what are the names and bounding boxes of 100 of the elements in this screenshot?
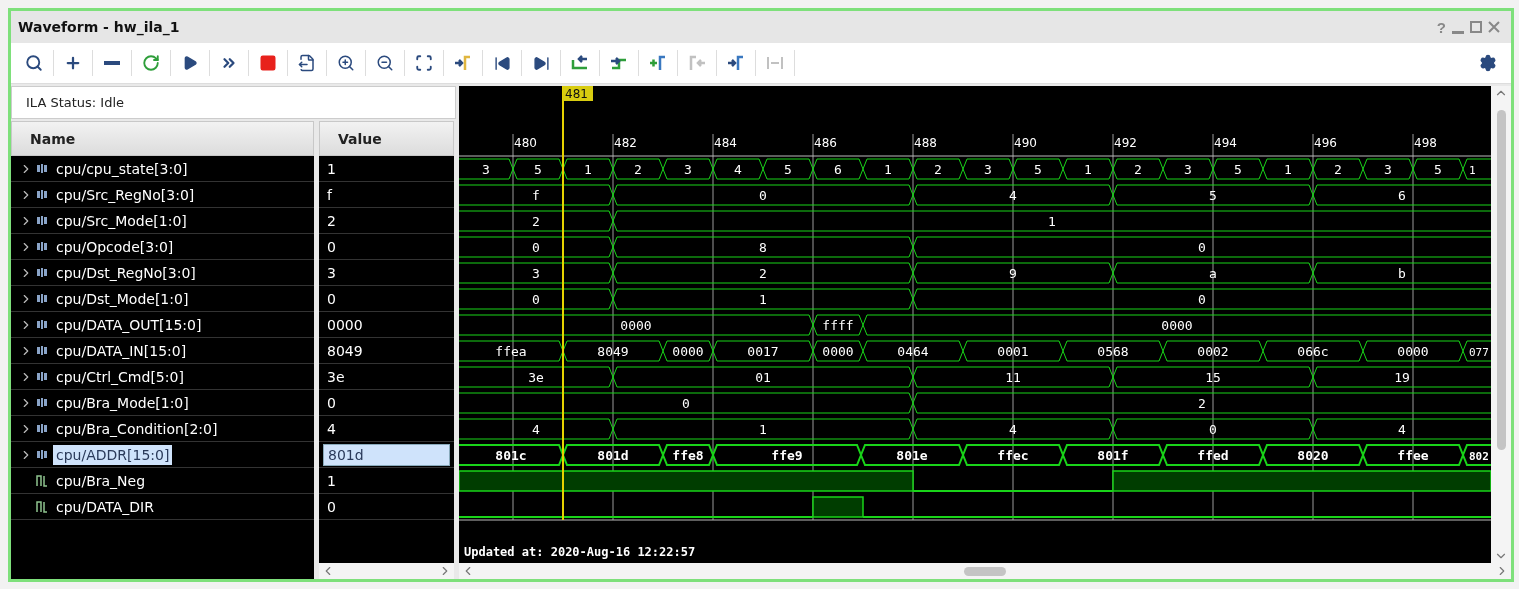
bus-value: 2: [634, 162, 642, 177]
bus-value: 2: [1198, 396, 1206, 411]
bus-value: 0568: [1097, 344, 1129, 359]
circular-arrow-icon: [142, 54, 160, 72]
scroll-thumb[interactable]: [1496, 109, 1506, 450]
bus-segment: [912, 158, 964, 180]
value-column-header[interactable]: Value: [319, 121, 454, 156]
signal-name[interactable]: cpu/DATA_IN[15:0]: [53, 340, 190, 361]
zoom-fit-icon: [415, 54, 433, 72]
zoom-out-icon: [376, 54, 394, 72]
bus-segment: [1262, 158, 1314, 180]
bus-value: 5: [1434, 162, 1442, 177]
bus-signal-icon: [36, 423, 48, 434]
time-tick-label: 488: [914, 136, 937, 150]
bus-value: 1: [759, 292, 767, 307]
bus-value: 802: [1469, 450, 1489, 463]
signal-value: 1: [326, 159, 337, 179]
name-column-header[interactable]: Name: [11, 121, 314, 156]
bus-value: 0000: [620, 318, 652, 333]
bus-value: 5: [784, 162, 792, 177]
span-icon: [766, 54, 784, 72]
signal-name[interactable]: cpu/Opcode[3:0]: [53, 236, 177, 257]
bus-value: 0: [1198, 240, 1206, 255]
signal-name[interactable]: cpu/Dst_Mode[1:0]: [53, 288, 192, 309]
ila-status-field: ILA Status: Idle: [11, 86, 456, 119]
bus-signal-icon: [36, 293, 48, 304]
signal-name[interactable]: cpu/cpu_state[3:0]: [53, 158, 191, 179]
bus-value: 3: [684, 162, 692, 177]
bus-segment: [562, 158, 614, 180]
bus-value: 066c: [1297, 344, 1329, 359]
signal-name[interactable]: cpu/Bra_Neg: [53, 470, 149, 491]
signal-value: 0000: [326, 315, 364, 335]
bus-value: 0464: [897, 344, 929, 359]
search-icon: [25, 54, 43, 72]
time-tick-label: 484: [714, 136, 737, 150]
bus-value: 3: [1184, 162, 1192, 177]
bus-value: 01: [755, 370, 771, 385]
bus-segment: [1012, 158, 1064, 180]
bus-signal-icon: [36, 215, 48, 226]
signal-name[interactable]: cpu/Src_RegNo[3:0]: [53, 184, 198, 205]
signal-name[interactable]: cpu/Dst_RegNo[3:0]: [53, 262, 199, 283]
signal-name[interactable]: cpu/Bra_Mode[1:0]: [53, 392, 192, 413]
maximize-button[interactable]: [1467, 21, 1485, 33]
bus-value: 2: [934, 162, 942, 177]
bus-value: f: [532, 188, 540, 203]
signal-name[interactable]: cpu/Bra_Condition[2:0]: [53, 418, 221, 439]
signal-value: 8049: [326, 341, 364, 361]
bus-segment: [612, 158, 664, 180]
bus-value: 0: [532, 240, 540, 255]
bus-value: 3: [532, 266, 540, 281]
bus-value: 4: [1009, 188, 1017, 203]
bus-segment: [1112, 158, 1164, 180]
cursor-label[interactable]: 481: [563, 86, 593, 101]
signal-name[interactable]: cpu/Src_Mode[1:0]: [53, 210, 190, 231]
minus-icon: [104, 61, 120, 65]
bus-signal-icon: [36, 319, 48, 330]
bus-value: 0: [1198, 292, 1206, 307]
bus-value: 1: [584, 162, 592, 177]
bit-signal-icon: [36, 474, 48, 487]
signal-name[interactable]: cpu/Ctrl_Cmd[5:0]: [53, 366, 187, 387]
scroll-thumb[interactable]: [964, 566, 1006, 576]
bus-signal-icon: [36, 241, 48, 252]
bus-segment: [459, 158, 514, 180]
bus-signal-icon: [36, 449, 48, 460]
bus-value: 4: [532, 422, 540, 437]
signal-value: 0: [326, 393, 337, 413]
bus-signal-icon: [36, 189, 48, 200]
close-button[interactable]: [1485, 21, 1503, 33]
time-tick-label: 492: [1114, 136, 1137, 150]
bus-value: 3: [482, 162, 490, 177]
bus-segment: [512, 158, 564, 180]
bus-value: 1: [1048, 214, 1056, 229]
signal-name[interactable]: cpu/ADDR[15:0]: [53, 444, 173, 465]
signal-value: 1: [326, 471, 337, 491]
signal-name[interactable]: cpu/DATA_DIR: [53, 496, 157, 517]
bus-value: 0000: [1161, 318, 1193, 333]
bus-value: 4: [1009, 422, 1017, 437]
updated-at-text: Updated at: 2020-Aug-16 12:22:57: [464, 545, 696, 559]
bus-segment: [1312, 158, 1364, 180]
bus-signal-icon: [36, 397, 48, 408]
time-tick-label: 496: [1314, 136, 1337, 150]
bus-value: 0000: [822, 344, 854, 359]
bus-value: 1: [884, 162, 892, 177]
bus-value: 19: [1394, 370, 1410, 385]
plus-icon: [64, 54, 82, 72]
minimize-icon: [1452, 30, 1464, 34]
bus-value: 0000: [672, 344, 704, 359]
close-icon: [1488, 21, 1500, 33]
bus-segment: [712, 158, 764, 180]
bus-value: 4: [734, 162, 742, 177]
time-tick-label: 494: [1214, 136, 1237, 150]
signal-name[interactable]: cpu/DATA_OUT[15:0]: [53, 314, 205, 335]
signal-value: f: [326, 185, 334, 205]
bus-value: 15: [1205, 370, 1221, 385]
signal-value: 2: [326, 211, 337, 231]
bus-value: 2: [1134, 162, 1142, 177]
bus-value: 5: [1234, 162, 1242, 177]
bus-value: ffe8: [672, 448, 704, 463]
bus-value: 0002: [1197, 344, 1229, 359]
bus-value: ffe9: [771, 448, 803, 463]
